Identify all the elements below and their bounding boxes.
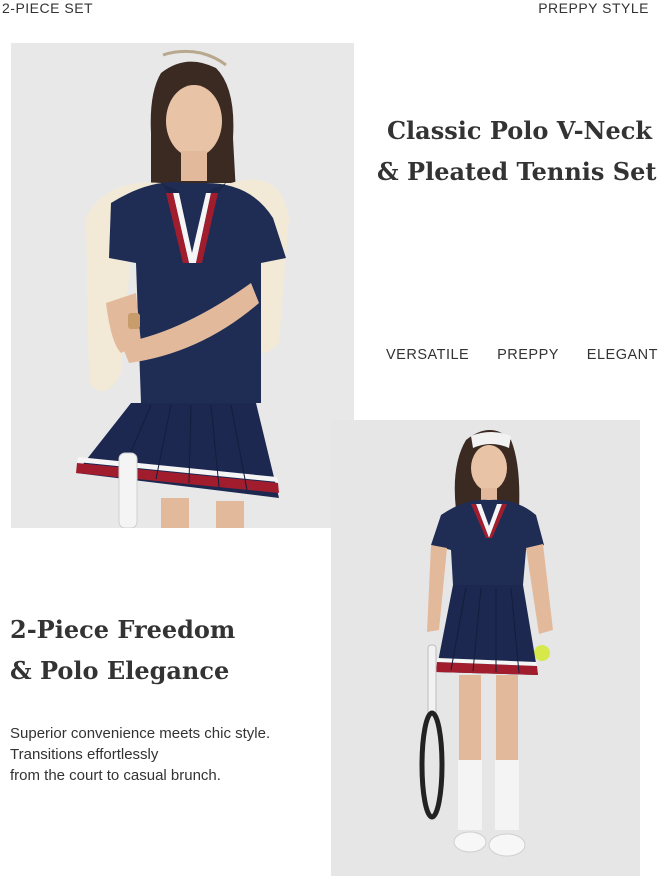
headline-2-line-2: & Polo Elegance — [10, 656, 230, 685]
tag-elegant: ELEGANT — [586, 347, 658, 363]
description-line-1: Superior convenience meets chic style. — [10, 725, 271, 742]
style-tags: VERSATILE PREPPY ELEGANT — [386, 347, 658, 363]
model-illustration-1 — [11, 43, 354, 528]
model-illustration-2 — [331, 420, 640, 876]
description: Superior convenience meets chic style. T… — [10, 723, 320, 786]
tag-versatile: VERSATILE — [386, 347, 470, 363]
description-line-2: Transitions effortlessly — [10, 746, 159, 763]
headline-classic-polo: Classic Polo V-Neck & Pleated Tennis Set — [377, 110, 657, 192]
top-right-label: PREPPY STYLE — [538, 0, 649, 16]
headline-two-piece: 2-Piece Freedom & Polo Elegance — [10, 609, 310, 691]
headline-1-line-2: & Pleated Tennis Set — [377, 157, 657, 186]
description-line-3: from the court to casual brunch. — [10, 767, 221, 784]
tag-preppy: PREPPY — [497, 347, 559, 363]
product-photo-lower — [331, 420, 640, 876]
headline-2-line-1: 2-Piece Freedom — [10, 615, 236, 644]
top-left-label: 2-PIECE SET — [2, 0, 94, 16]
headline-1-line-1: Classic Polo V-Neck — [386, 116, 652, 145]
product-photo-upper — [11, 43, 354, 528]
